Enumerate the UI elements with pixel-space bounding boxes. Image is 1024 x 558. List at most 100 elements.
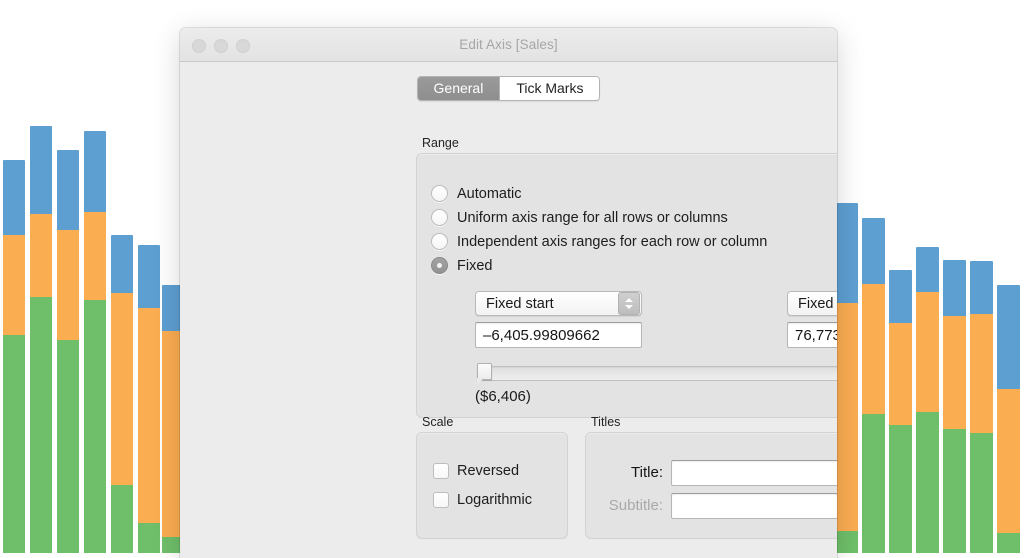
chart-bar bbox=[943, 260, 966, 553]
checkbox-label: Reversed bbox=[457, 463, 520, 479]
chart-bar bbox=[970, 261, 993, 553]
slider-handle-min[interactable] bbox=[477, 363, 492, 385]
chart-bar bbox=[57, 150, 79, 553]
reversed-checkbox[interactable]: Reversed bbox=[433, 463, 519, 479]
bar-segment-orange bbox=[111, 293, 133, 485]
bar-segment-orange bbox=[3, 235, 25, 335]
bar-segment-green bbox=[997, 533, 1020, 553]
chart-bar bbox=[30, 126, 52, 553]
radio-fixed[interactable]: Fixed bbox=[431, 257, 492, 274]
bar-segment-blue bbox=[889, 270, 912, 323]
radio-label: Independent axis ranges for each row or … bbox=[457, 233, 768, 250]
bar-segment-blue bbox=[84, 131, 106, 212]
bar-segment-green bbox=[57, 340, 79, 553]
radio-independent-axis-ranges[interactable]: Independent axis ranges for each row or … bbox=[431, 233, 767, 250]
chart-bars-right bbox=[829, 0, 1024, 553]
chart-bars-left bbox=[0, 0, 208, 553]
chart-bar bbox=[3, 160, 25, 553]
bar-segment-orange bbox=[835, 303, 858, 531]
checkbox-indicator bbox=[433, 492, 449, 508]
fixed-start-field[interactable]: –6,405.99809662 bbox=[475, 322, 642, 348]
bar-segment-blue bbox=[30, 126, 52, 214]
bar-segment-orange bbox=[862, 284, 885, 414]
bar-segment-blue bbox=[943, 260, 966, 316]
radio-automatic[interactable]: Automatic bbox=[431, 185, 521, 202]
bar-segment-green bbox=[916, 412, 939, 553]
range-group: Range Automatic Uniform axis range for a… bbox=[416, 136, 837, 418]
chart-bar bbox=[997, 285, 1020, 553]
tab-bar: General Tick Marks bbox=[180, 62, 837, 101]
radio-label: Fixed bbox=[457, 257, 493, 274]
radio-indicator bbox=[431, 209, 448, 226]
radio-indicator bbox=[431, 233, 448, 250]
slider-track[interactable] bbox=[477, 366, 837, 381]
bar-segment-orange bbox=[970, 314, 993, 433]
bar-segment-green bbox=[970, 433, 993, 553]
logarithmic-checkbox[interactable]: Logarithmic bbox=[433, 492, 532, 508]
chart-bar bbox=[862, 218, 885, 553]
tab-general[interactable]: General bbox=[417, 77, 500, 100]
bar-segment-green bbox=[30, 297, 52, 553]
zoom-button[interactable] bbox=[236, 39, 250, 53]
range-group-label: Range bbox=[422, 136, 459, 150]
scale-group: Scale Reversed Logarithmic bbox=[416, 415, 568, 539]
checkbox-indicator bbox=[433, 463, 449, 479]
slider-min-label: ($6,406) bbox=[475, 388, 531, 405]
fixed-end-popup[interactable]: Fixed end bbox=[787, 291, 837, 316]
bar-segment-green bbox=[3, 335, 25, 553]
radio-indicator bbox=[431, 257, 448, 274]
bar-segment-green bbox=[835, 531, 858, 553]
popup-value: Fixed start bbox=[486, 295, 554, 312]
bar-segment-blue bbox=[862, 218, 885, 284]
chart-bar bbox=[84, 131, 106, 553]
bar-segment-blue bbox=[3, 160, 25, 235]
bar-segment-blue bbox=[970, 261, 993, 314]
bar-segment-green bbox=[138, 523, 160, 553]
field-value: –6,405.99809662 bbox=[483, 326, 600, 344]
bar-segment-green bbox=[862, 414, 885, 553]
bar-segment-orange bbox=[30, 214, 52, 297]
close-button[interactable] bbox=[192, 39, 206, 53]
radio-uniform-axis-range[interactable]: Uniform axis range for all rows or colum… bbox=[431, 209, 728, 226]
checkbox-label: Logarithmic bbox=[457, 492, 532, 508]
fixed-end-field[interactable]: 76,773 bbox=[787, 322, 837, 348]
chart-bar bbox=[835, 203, 858, 553]
edit-axis-dialog: Edit Axis [Sales] General Tick Marks Ran… bbox=[180, 28, 837, 558]
bar-segment-orange bbox=[138, 308, 160, 523]
radio-label: Uniform axis range for all rows or colum… bbox=[457, 209, 728, 226]
titles-group-label: Titles bbox=[591, 415, 621, 429]
bar-segment-blue bbox=[111, 235, 133, 293]
radio-indicator bbox=[431, 185, 448, 202]
bar-segment-orange bbox=[943, 316, 966, 429]
bar-segment-blue bbox=[138, 245, 160, 308]
chart-bar bbox=[111, 235, 133, 553]
bar-segment-orange bbox=[889, 323, 912, 425]
title-input[interactable] bbox=[671, 460, 837, 486]
bar-segment-blue bbox=[57, 150, 79, 230]
bar-segment-orange bbox=[997, 389, 1020, 533]
chevron-updown-icon bbox=[618, 292, 640, 315]
chart-bar bbox=[889, 270, 912, 553]
window-controls bbox=[192, 39, 250, 53]
bar-segment-green bbox=[889, 425, 912, 553]
bar-segment-green bbox=[111, 485, 133, 553]
field-value: 76,773 bbox=[795, 326, 837, 344]
subtitle-input[interactable] bbox=[671, 493, 837, 519]
chart-bar bbox=[916, 247, 939, 553]
bar-segment-orange bbox=[57, 230, 79, 340]
bar-segment-orange bbox=[84, 212, 106, 300]
chart-bar bbox=[138, 245, 160, 553]
fixed-start-popup[interactable]: Fixed start bbox=[475, 291, 642, 316]
segmented-control: General Tick Marks bbox=[416, 76, 601, 101]
range-slider[interactable] bbox=[477, 362, 837, 385]
dialog-body: General Tick Marks Range Automatic Unifo… bbox=[180, 62, 837, 558]
title-label: Title: bbox=[631, 464, 663, 481]
titles-group: Titles Title: Subtitle: Automatic bbox=[585, 415, 837, 539]
scale-group-label: Scale bbox=[422, 415, 454, 429]
bar-segment-blue bbox=[997, 285, 1020, 389]
dialog-titlebar[interactable]: Edit Axis [Sales] bbox=[180, 28, 837, 62]
window-title: Edit Axis [Sales] bbox=[459, 37, 558, 52]
minimize-button[interactable] bbox=[214, 39, 228, 53]
bar-segment-blue bbox=[835, 203, 858, 303]
tab-tick-marks[interactable]: Tick Marks bbox=[499, 77, 600, 100]
